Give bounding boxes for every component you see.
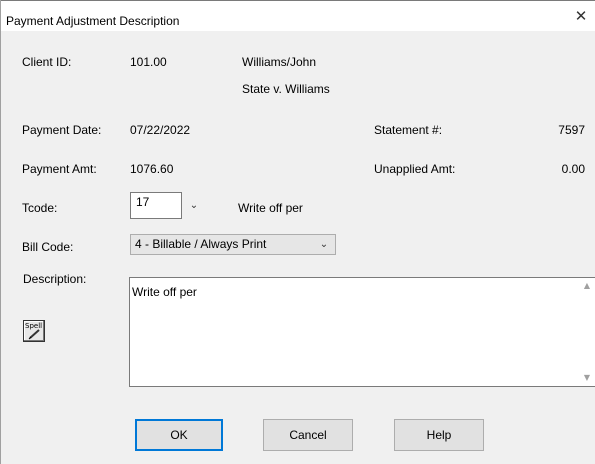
- client-name: Williams/John: [242, 55, 317, 69]
- scroll-up-icon[interactable]: ▲: [581, 280, 593, 292]
- bill-code-label: Bill Code:: [22, 240, 74, 254]
- description-label: Description:: [23, 272, 87, 286]
- client-id-value: 101.00: [130, 55, 167, 69]
- chevron-down-icon[interactable]: ⌄: [317, 235, 331, 254]
- payment-amount-label: Payment Amt:: [22, 162, 97, 176]
- tcode-label: Tcode:: [22, 201, 58, 215]
- spell-check-button[interactable]: Spell: [23, 320, 45, 342]
- payment-amount-value: 1076.60: [130, 162, 174, 176]
- description-text: Write off per: [132, 285, 197, 299]
- statement-number-label: Statement #:: [374, 123, 443, 137]
- description-textarea[interactable]: Write off per ▲ ▼: [129, 277, 595, 387]
- description-scrollbar[interactable]: ▲ ▼: [579, 278, 595, 386]
- client-id-label: Client ID:: [22, 55, 72, 69]
- tcode-description: Write off per: [238, 201, 303, 215]
- matter-name: State v. Williams: [242, 82, 330, 96]
- unapplied-amount-value: 0.00: [561, 162, 585, 176]
- title-bar[interactable]: Payment Adjustment Description ✕: [1, 1, 595, 31]
- payment-adjustment-dialog: Payment Adjustment Description ✕ Client …: [0, 0, 595, 464]
- scroll-down-icon[interactable]: ▼: [581, 372, 593, 384]
- unapplied-amount-label: Unapplied Amt:: [374, 162, 456, 176]
- chevron-down-icon[interactable]: ⌄: [187, 199, 201, 213]
- bill-code-selected-value: 4 - Billable / Always Print: [135, 237, 267, 251]
- payment-date-label: Payment Date:: [22, 123, 102, 137]
- tcode-input[interactable]: 17: [130, 192, 182, 219]
- close-icon[interactable]: ✕: [566, 1, 595, 31]
- cancel-button[interactable]: Cancel: [263, 419, 353, 451]
- dialog-title: Payment Adjustment Description: [6, 14, 180, 28]
- payment-date-value: 07/22/2022: [130, 123, 191, 137]
- help-button[interactable]: Help: [394, 419, 484, 451]
- bill-code-select[interactable]: 4 - Billable / Always Print ⌄: [130, 234, 336, 255]
- ok-button[interactable]: OK: [135, 419, 223, 451]
- statement-number-value: 7597: [558, 123, 585, 137]
- pencil-icon: [28, 329, 40, 340]
